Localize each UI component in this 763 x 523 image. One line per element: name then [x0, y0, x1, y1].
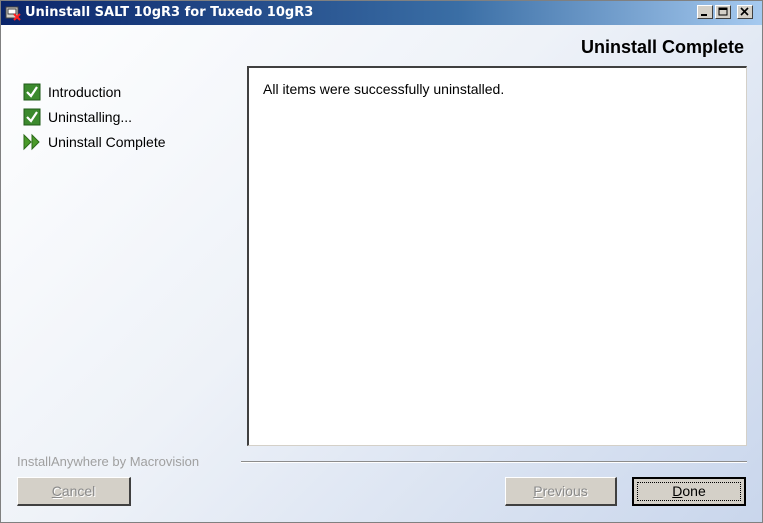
previous-label: revious	[542, 483, 588, 499]
step-introduction: Introduction	[23, 79, 166, 104]
cancel-button[interactable]: Cancel	[17, 477, 131, 506]
step-label: Uninstall Complete	[48, 133, 166, 150]
cancel-label: ancel	[61, 483, 96, 499]
minimize-icon	[701, 14, 707, 16]
installer-app-icon[interactable]	[5, 5, 21, 21]
window-title: Uninstall SALT 10gR3 for Tuxedo 10gR3	[25, 5, 314, 20]
check-icon	[23, 108, 41, 125]
close-icon	[740, 7, 749, 16]
done-label: one	[682, 483, 706, 499]
brand-label: InstallAnywhere by Macrovision	[17, 454, 200, 469]
done-button[interactable]: Done	[632, 477, 746, 506]
check-icon	[23, 83, 41, 100]
step-uninstall-complete: Uninstall Complete	[23, 129, 166, 154]
previous-mnemonic: P	[533, 483, 543, 499]
arrow-current-icon	[23, 133, 40, 150]
step-label: Uninstalling...	[48, 108, 133, 125]
step-list: Introduction Uninstalling... Uninstall C…	[23, 79, 166, 154]
previous-button[interactable]: Previous	[505, 477, 617, 506]
step-uninstalling: Uninstalling...	[23, 104, 166, 129]
close-button[interactable]	[737, 5, 753, 19]
maximize-button[interactable]	[715, 5, 731, 19]
title-bar[interactable]: Uninstall SALT 10gR3 for Tuxedo 10gR3	[1, 1, 762, 25]
step-label: Introduction	[48, 83, 122, 100]
footer-divider	[241, 461, 747, 463]
installer-window: Uninstall SALT 10gR3 for Tuxedo 10gR3 Un…	[0, 0, 763, 523]
cancel-mnemonic: C	[51, 483, 62, 499]
maximize-icon	[718, 7, 728, 16]
page-title: Uninstall Complete	[580, 37, 744, 57]
status-message: All items were successfully uninstalled.	[263, 81, 505, 97]
content-panel: All items were successfully uninstalled.	[247, 66, 747, 446]
minimize-button[interactable]	[697, 5, 713, 19]
done-mnemonic: D	[672, 483, 683, 499]
